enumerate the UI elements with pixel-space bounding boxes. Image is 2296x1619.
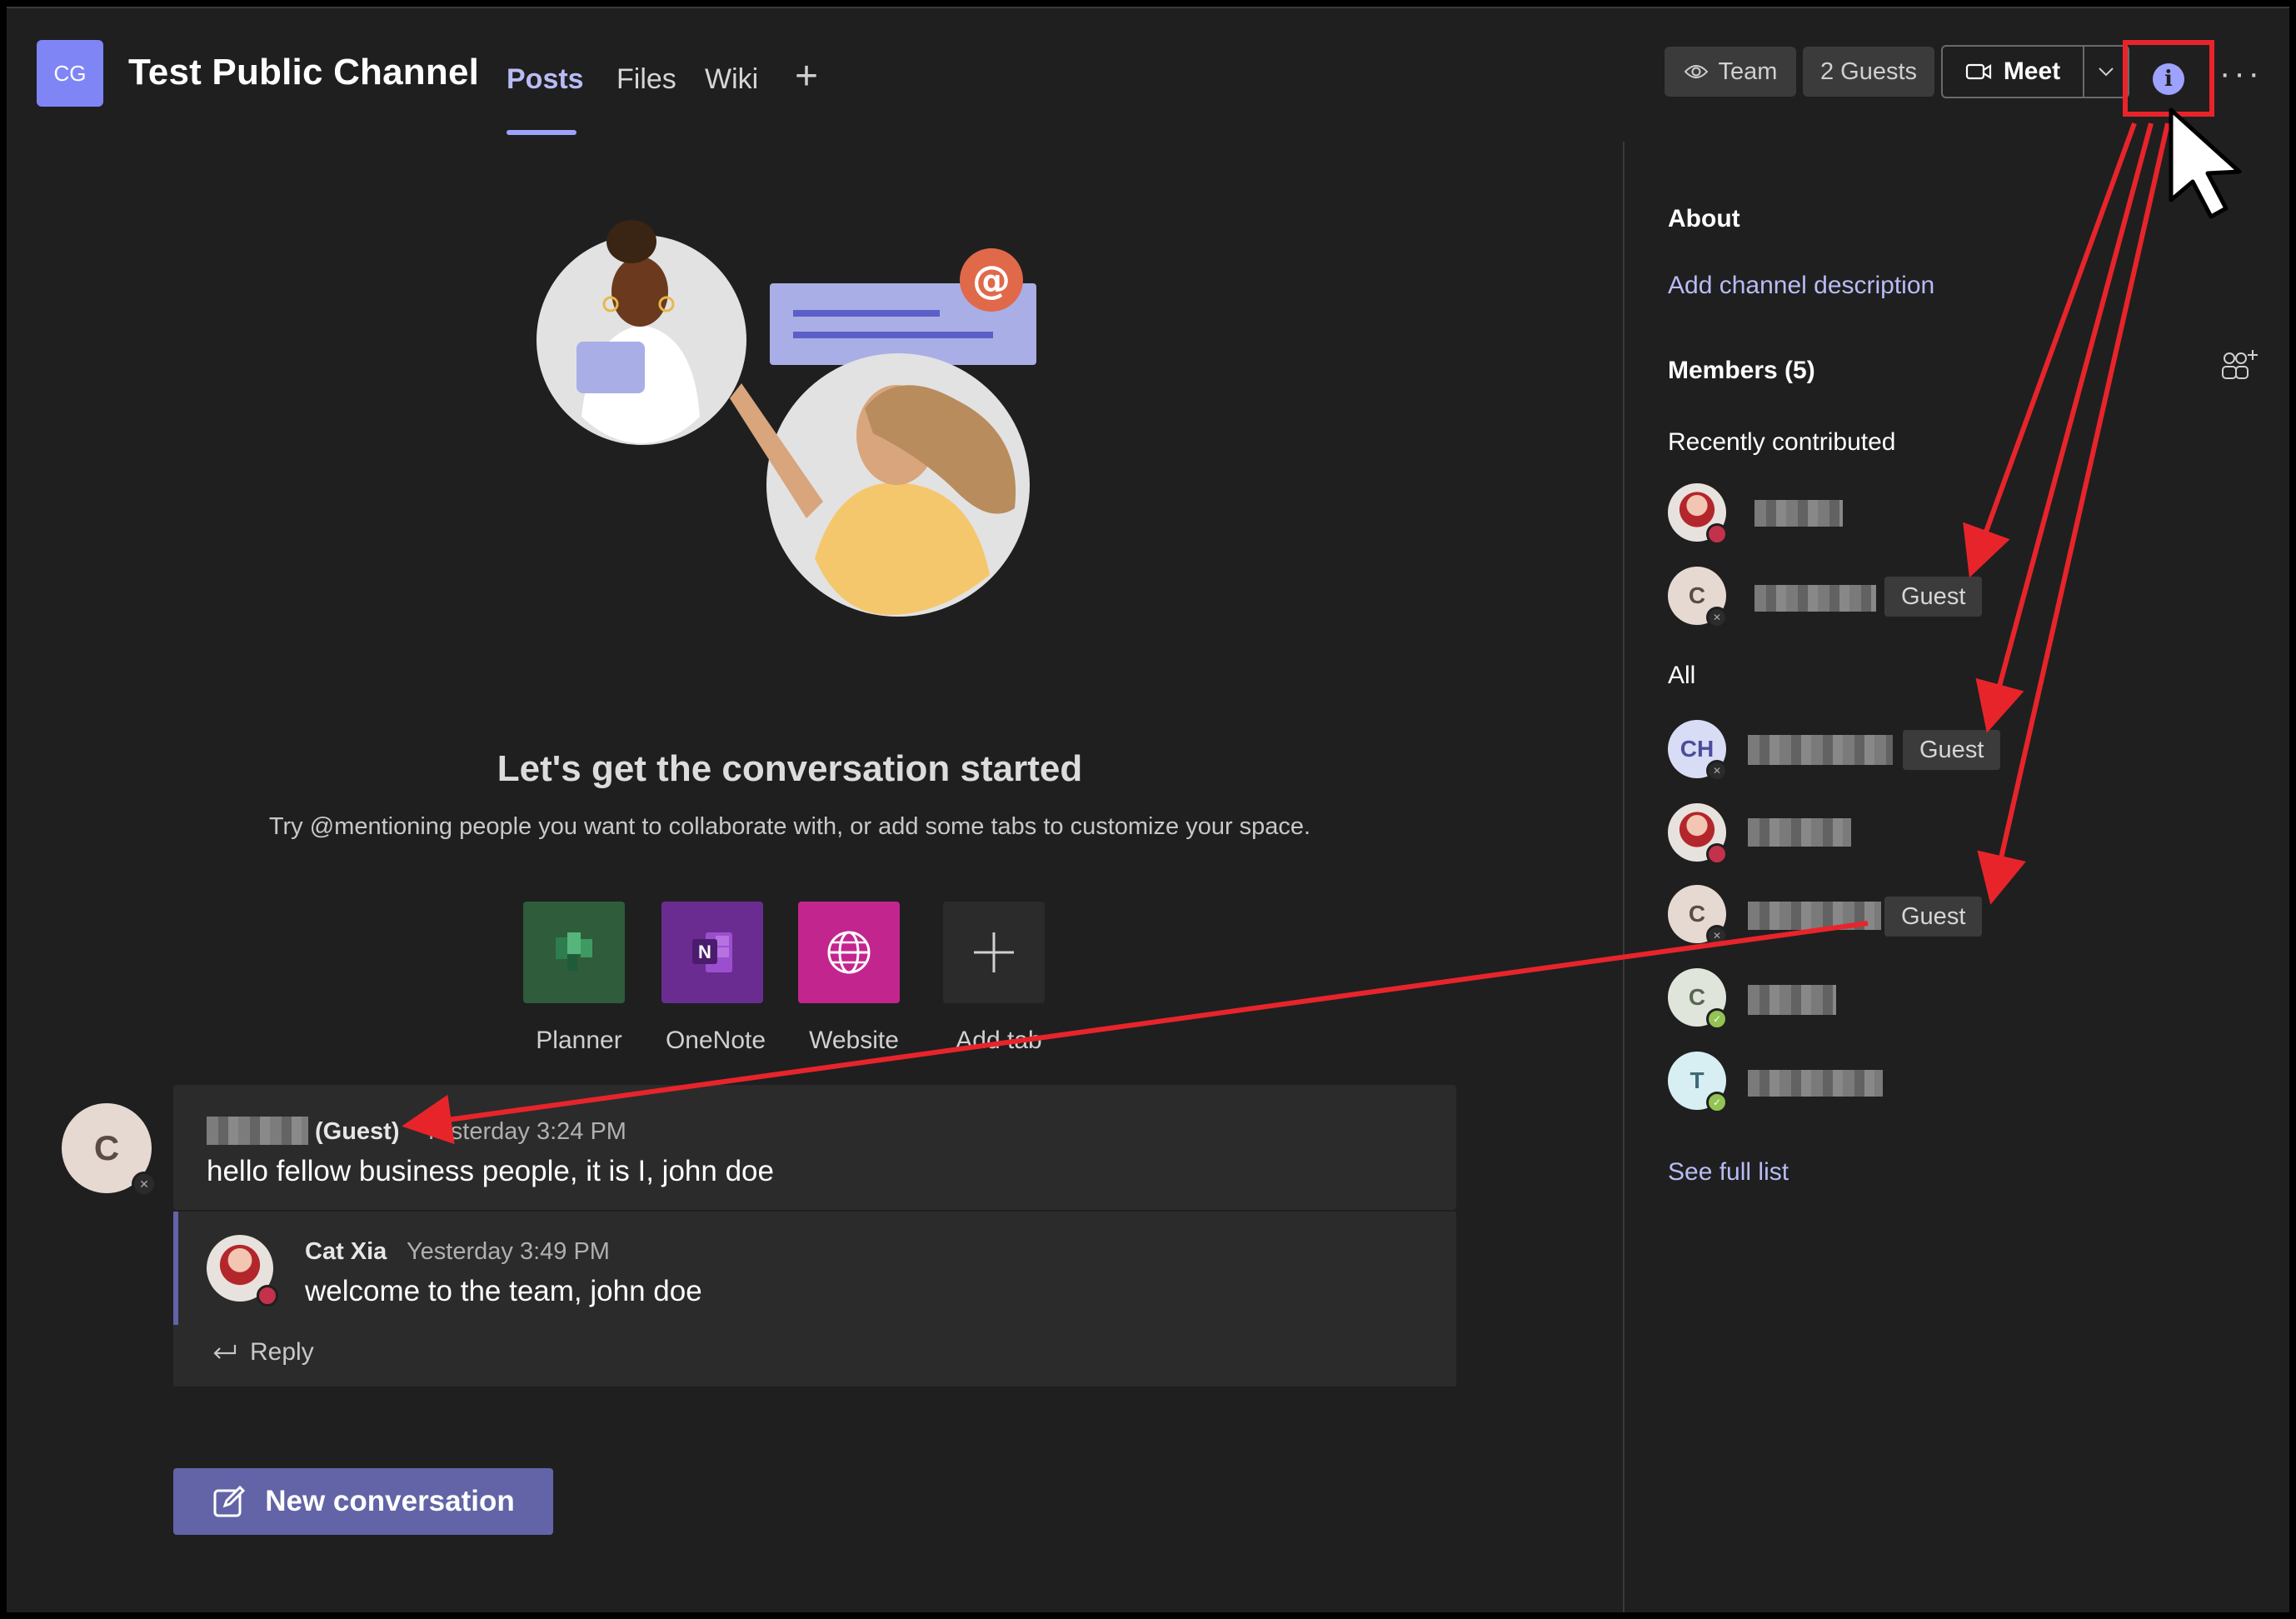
reply-button[interactable]: Reply — [210, 1338, 314, 1367]
add-tab-app-button[interactable] — [943, 902, 1045, 1003]
add-member-icon[interactable] — [2219, 348, 2258, 382]
annotation-arrow — [1975, 122, 2154, 733]
guest-badge: Guest — [1884, 577, 1983, 617]
redacted-member-name — [1748, 735, 1893, 765]
post-author-guest-tag: (Guest) — [315, 1118, 400, 1145]
meet-button-group: Meet — [1941, 45, 2129, 98]
tab-files[interactable]: Files — [616, 63, 676, 96]
team-button-label: Team — [1718, 57, 1778, 85]
redacted-member-name — [1748, 818, 1851, 847]
guest-badge: Guest — [1903, 730, 2001, 770]
panel-divider — [1623, 142, 1625, 1612]
redacted-member-name — [1748, 1070, 1883, 1097]
available-status-icon: ✓ — [1706, 1008, 1728, 1030]
members-heading: Members (5) — [1668, 357, 1815, 384]
compose-icon — [213, 1485, 246, 1517]
offline-status-icon: ✕ — [132, 1172, 157, 1197]
add-tab-label: Add tab — [956, 1027, 1042, 1054]
meet-dropdown-button[interactable] — [2084, 67, 2128, 77]
meet-label: Meet — [2003, 57, 2061, 85]
tab-wiki[interactable]: Wiki — [705, 63, 758, 96]
conversation-post[interactable] — [173, 1085, 1456, 1210]
empty-state-subtitle: Try @mentioning people you want to colla… — [268, 813, 1311, 840]
tab-posts[interactable]: Posts — [507, 63, 584, 96]
recently-contributed-heading: Recently contributed — [1668, 428, 1896, 456]
reply-indicator-bar — [173, 1212, 178, 1325]
reply-arrow-icon — [213, 1345, 237, 1359]
redacted-member-name — [1748, 985, 1836, 1015]
website-label: Website — [809, 1027, 899, 1054]
redacted-member-name — [1748, 902, 1881, 930]
onenote-icon: N — [692, 932, 732, 972]
reply-body: welcome to the team, john doe — [305, 1275, 702, 1307]
team-button[interactable]: Team — [1665, 47, 1796, 97]
offline-status-icon: ✕ — [1706, 607, 1728, 628]
new-conversation-label: New conversation — [265, 1485, 515, 1517]
teams-window: CG Test Public Channel Posts Files Wiki … — [7, 7, 2289, 1612]
post-body: hello fellow business people, it is I, j… — [207, 1155, 774, 1187]
empty-state-title: Let's get the conversation started — [497, 748, 1083, 789]
post-timestamp: Yesterday 3:24 PM — [423, 1118, 626, 1145]
video-camera-icon — [1965, 63, 1991, 80]
guests-button[interactable]: 2 Guests — [1803, 47, 1934, 97]
add-channel-description-link[interactable]: Add channel description — [1668, 272, 1934, 300]
team-avatar[interactable]: CG — [37, 40, 103, 107]
about-heading: About — [1668, 205, 1740, 232]
annotation-arrow — [1963, 122, 2137, 578]
planner-icon — [556, 932, 592, 971]
website-app-button[interactable] — [798, 902, 900, 1003]
guest-badge: Guest — [1884, 897, 1983, 937]
available-status-icon: ✓ — [1706, 1092, 1728, 1113]
reply-timestamp: Yesterday 3:49 PM — [407, 1238, 610, 1265]
busy-status-icon — [1706, 523, 1728, 545]
onenote-app-button[interactable]: N — [661, 902, 763, 1003]
chevron-down-icon — [2099, 67, 2114, 77]
redacted-member-name — [1754, 585, 1876, 612]
svg-text:@: @ — [972, 257, 1011, 302]
svg-text:N: N — [698, 942, 711, 962]
redacted-author-name — [207, 1117, 308, 1145]
planner-app-button[interactable] — [523, 902, 625, 1003]
plus-icon — [974, 932, 1014, 972]
add-tab-button[interactable]: + — [795, 57, 818, 97]
conversation-illustration: @ — [537, 220, 1036, 617]
reply-label: Reply — [250, 1338, 314, 1366]
globe-icon — [827, 931, 871, 974]
busy-status-icon — [1706, 843, 1728, 865]
info-icon[interactable]: i — [2153, 63, 2184, 95]
channel-header: CG Test Public Channel Posts Files Wiki … — [7, 8, 2289, 142]
active-tab-indicator — [507, 130, 576, 135]
see-full-list-link[interactable]: See full list — [1668, 1158, 1789, 1187]
reply-author: Cat Xia — [305, 1238, 387, 1265]
meet-button[interactable]: Meet — [1943, 47, 2084, 97]
new-conversation-button[interactable]: New conversation — [173, 1468, 553, 1535]
more-options-icon[interactable]: ··· — [2219, 57, 2263, 90]
channel-title: Test Public Channel — [128, 52, 480, 92]
eye-icon — [1684, 65, 1708, 78]
offline-status-icon: ✕ — [1706, 760, 1728, 782]
busy-status-icon — [257, 1285, 278, 1307]
offline-status-icon: ✕ — [1706, 925, 1728, 947]
all-members-heading: All — [1668, 662, 1696, 689]
redacted-member-name — [1754, 500, 1843, 527]
annotation-arrow — [1977, 122, 2170, 905]
